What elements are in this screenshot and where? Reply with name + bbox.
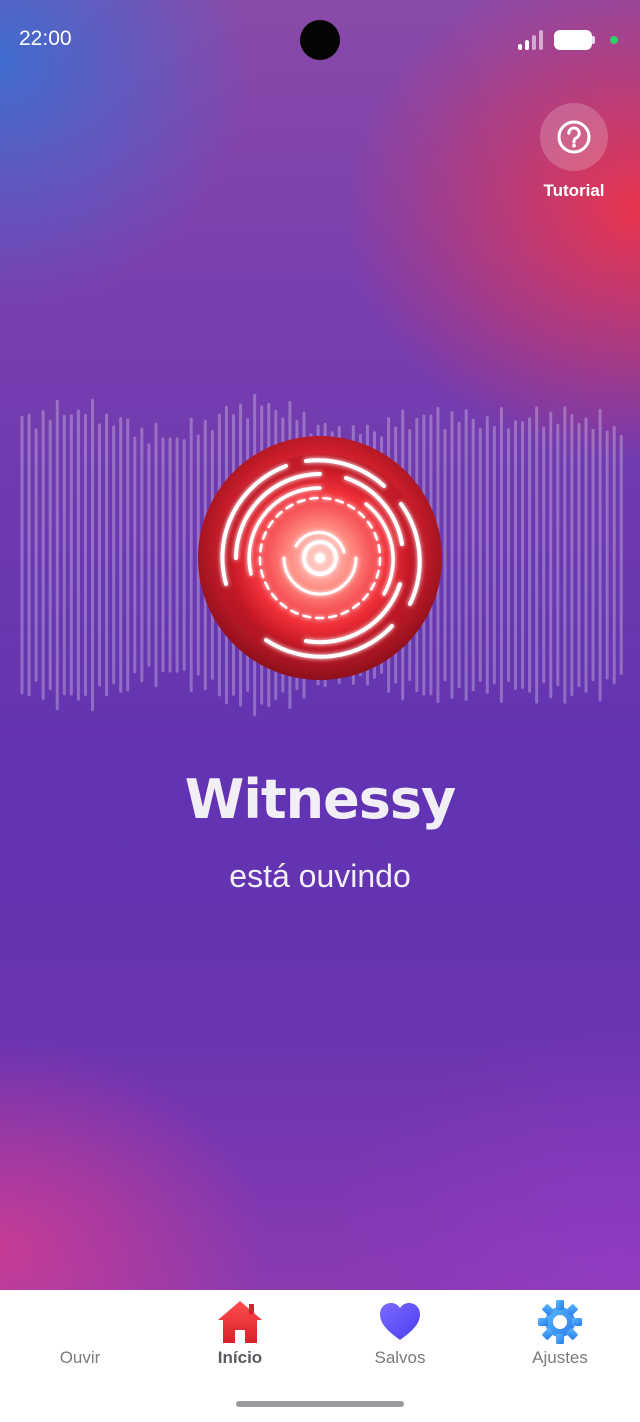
gear-icon bbox=[538, 1300, 582, 1344]
listening-screen: 22:00 Tutorial Witnessy está ouvindo bbox=[0, 0, 640, 1290]
nav-label-inicio: Início bbox=[217, 1348, 263, 1367]
nav-label-salvos: Salvos bbox=[374, 1348, 426, 1367]
home-indicator bbox=[236, 1401, 404, 1407]
nav-item-inicio[interactable]: Início bbox=[180, 1298, 300, 1368]
heart-icon bbox=[380, 1303, 420, 1340]
nav-label-ouvir: Ouvir bbox=[59, 1348, 101, 1367]
front-camera bbox=[300, 20, 340, 60]
listening-record-button[interactable] bbox=[196, 434, 444, 682]
nav-item-ajustes[interactable]: Ajustes bbox=[500, 1298, 620, 1368]
home-icon bbox=[218, 1301, 262, 1343]
tutorial-label[interactable]: Tutorial bbox=[534, 181, 614, 201]
soundwave-icon bbox=[58, 1300, 102, 1344]
battery-icon bbox=[554, 30, 596, 50]
nav-item-ouvir[interactable]: Ouvir bbox=[20, 1298, 140, 1368]
status-time: 22:00 bbox=[19, 27, 72, 50]
app-title: Witnessy bbox=[184, 768, 456, 831]
listening-status: está ouvindo bbox=[229, 858, 411, 894]
nav-label-ajustes: Ajustes bbox=[532, 1348, 588, 1367]
signal-icon bbox=[518, 30, 546, 50]
privacy-indicator-dot bbox=[610, 36, 618, 44]
help-circle-icon bbox=[557, 120, 591, 154]
tutorial-button[interactable] bbox=[540, 103, 608, 171]
nav-item-salvos[interactable]: Salvos bbox=[340, 1298, 460, 1368]
bottom-navigation: Ouvir Início Salvos Ajustes bbox=[0, 1290, 640, 1422]
